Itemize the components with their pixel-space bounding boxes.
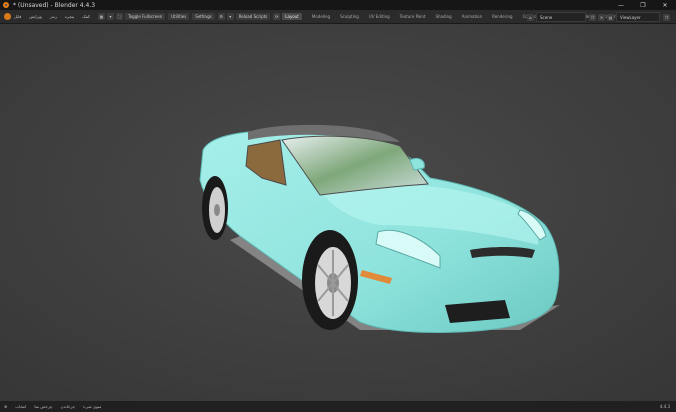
gear-icon[interactable]: ⚙ xyxy=(217,13,225,20)
viewport-canvas[interactable] xyxy=(0,24,676,401)
tab-uv-editing[interactable]: UV Editing xyxy=(369,14,390,19)
toggle-fullscreen-button[interactable]: Toggle Fullscreen xyxy=(124,13,166,20)
select-status: انتخاب xyxy=(15,404,27,409)
3d-viewport[interactable] xyxy=(0,24,676,401)
close-button[interactable]: ✕ xyxy=(654,0,676,10)
version-label: 4.4.3 xyxy=(659,404,670,409)
fullscreen-icon: ⛶ xyxy=(115,13,123,20)
scene-field[interactable]: Scene xyxy=(536,12,586,22)
chevron-down-icon[interactable]: ▾ xyxy=(226,13,234,20)
view-layer-icon[interactable]: ▤ xyxy=(607,13,614,21)
new-view-layer-icon[interactable]: ❐ xyxy=(663,13,670,21)
top-bar: فایل ویرایش رندر پنجره کمک ▦ ▾ ⛶ Toggle … xyxy=(0,10,676,24)
new-scene-icon[interactable]: ❐ xyxy=(589,13,596,21)
tab-sculpting[interactable]: Sculpting xyxy=(340,14,359,19)
tab-shading[interactable]: Shading xyxy=(435,14,451,19)
tab-layout[interactable]: Layout xyxy=(282,13,302,20)
tab-rendering[interactable]: Rendering xyxy=(492,14,512,19)
menu-help[interactable]: کمک xyxy=(82,14,90,19)
mouse-left-icon: ⊕ xyxy=(4,404,8,409)
scene-controls: ⌂ Scene ❐ ✕ ▤ ViewLayer ❐ xyxy=(527,12,672,22)
scene-icon[interactable]: ⌂ xyxy=(527,13,534,21)
menu-edit[interactable]: ویرایش xyxy=(29,14,42,19)
window-controls: — ❐ ✕ xyxy=(610,0,676,10)
menu-file[interactable]: فایل xyxy=(14,14,21,19)
maximize-button[interactable]: ❐ xyxy=(632,0,654,10)
status-bar: ⊕ انتخاب چرخش نما چرخاندن منوی شیء 4.4.3 xyxy=(0,401,676,412)
tab-animation[interactable]: Animation xyxy=(462,14,482,19)
object-menu-status: منوی شیء xyxy=(83,404,102,409)
view-layer-field[interactable]: ViewLayer xyxy=(616,12,660,22)
chevron-down-icon[interactable]: ▾ xyxy=(106,13,114,20)
blender-icon xyxy=(3,2,9,8)
settings-button[interactable]: Settings xyxy=(192,13,215,20)
window-titlebar: * (Unsaved) - Blender 4.4.3 — ❐ ✕ xyxy=(0,0,676,10)
menu-window[interactable]: پنجره xyxy=(65,14,74,19)
minimize-button[interactable]: — xyxy=(610,0,632,10)
refresh-icon[interactable]: ⟳ xyxy=(273,13,281,20)
pan-view-status: چرخش نما xyxy=(34,404,53,409)
menu-render[interactable]: رندر xyxy=(50,14,57,19)
tab-texture-paint[interactable]: Texture Paint xyxy=(400,14,426,19)
tab-modeling[interactable]: Modeling xyxy=(312,14,330,19)
rotate-status: چرخاندن xyxy=(60,404,76,409)
editor-type-icon[interactable]: ▦ xyxy=(97,13,105,20)
utilities-button[interactable]: Utilities xyxy=(168,13,190,20)
window-title: * (Unsaved) - Blender 4.4.3 xyxy=(13,1,96,9)
reload-scripts-button[interactable]: Reload Scripts xyxy=(235,13,271,20)
blender-logo-icon[interactable] xyxy=(4,13,11,20)
delete-scene-icon[interactable]: ✕ xyxy=(598,13,605,21)
